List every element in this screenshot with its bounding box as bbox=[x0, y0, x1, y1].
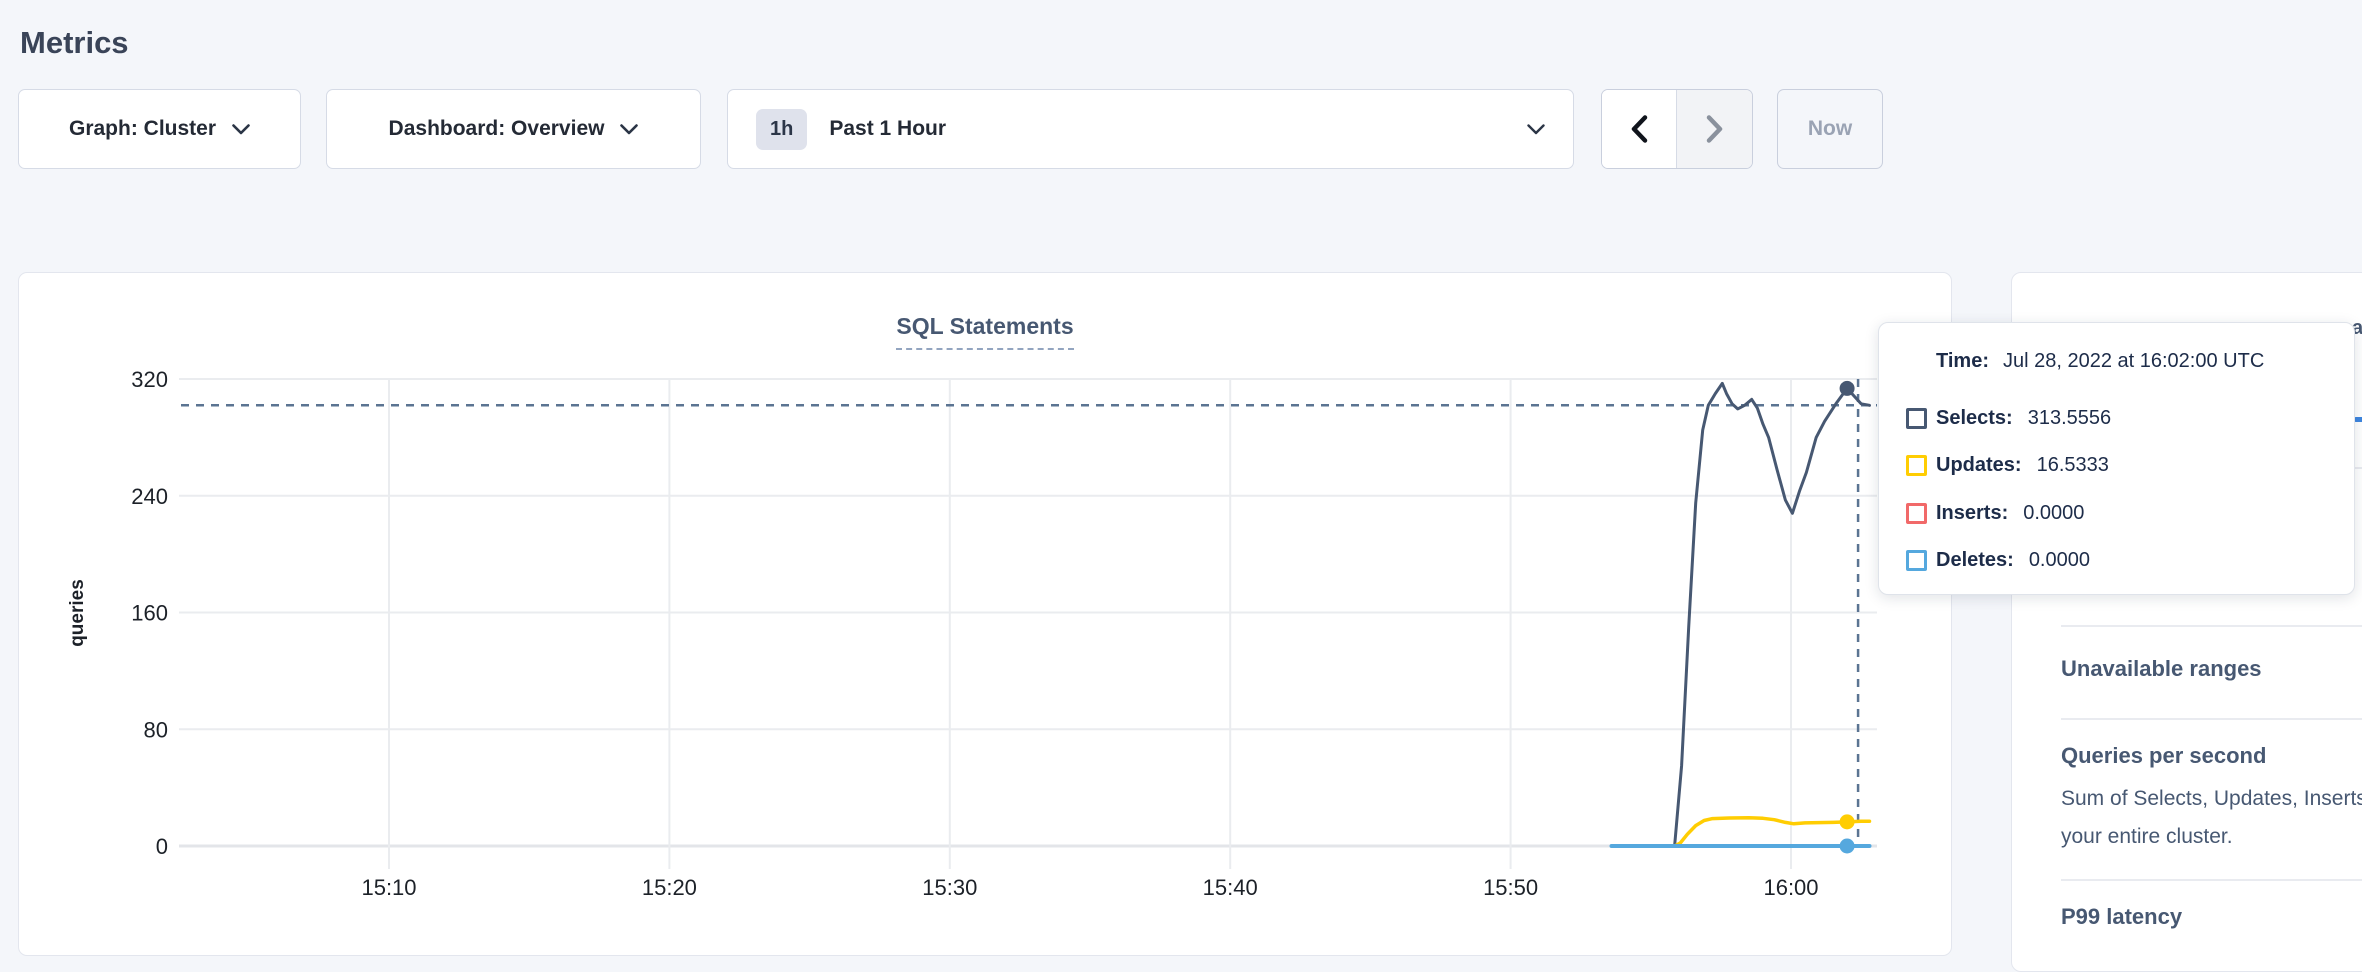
svg-text:15:30: 15:30 bbox=[922, 875, 977, 900]
next-time-button[interactable] bbox=[1677, 90, 1752, 168]
tooltip-row-value: 0.0000 bbox=[2029, 549, 2090, 572]
sql-statements-chart-card: 0 80 160 240 320 15:10 15:20 15:30 15:40 15:50 16:… bbox=[18, 272, 1952, 956]
tooltip-row-updates: Updates: 16.5333 bbox=[1906, 454, 2109, 477]
tooltip-row-value: 16.5333 bbox=[2037, 454, 2109, 477]
graph-dropdown[interactable]: Graph: Cluster bbox=[18, 89, 301, 169]
dashboard-dropdown[interactable]: Dashboard: Overview bbox=[326, 89, 701, 169]
divider bbox=[2061, 625, 2362, 627]
tooltip-row-deletes: Deletes: 0.0000 bbox=[1906, 549, 2090, 572]
dashboard-dropdown-label: Dashboard: Overview bbox=[389, 117, 605, 141]
deletes-swatch-icon bbox=[1906, 550, 1927, 571]
inserts-swatch-icon bbox=[1906, 503, 1927, 524]
divider bbox=[2061, 718, 2362, 720]
tooltip-row-label: Updates: bbox=[1936, 454, 2022, 477]
now-button[interactable]: Now bbox=[1777, 89, 1883, 169]
svg-text:15:50: 15:50 bbox=[1483, 875, 1538, 900]
prev-time-button[interactable] bbox=[1602, 90, 1677, 168]
svg-text:80: 80 bbox=[144, 717, 168, 742]
svg-text:0: 0 bbox=[156, 834, 168, 859]
svg-text:240: 240 bbox=[131, 484, 168, 509]
time-step-buttons bbox=[1601, 89, 1753, 169]
svg-text:160: 160 bbox=[131, 601, 168, 626]
time-range-label: Past 1 Hour bbox=[829, 117, 946, 141]
svg-text:320: 320 bbox=[131, 367, 168, 392]
sidebar-description-line: your entire cluster. bbox=[2061, 825, 2233, 849]
chevron-right-icon bbox=[1706, 115, 1723, 143]
tooltip-row-value: 0.0000 bbox=[2023, 502, 2084, 525]
svg-text:queries: queries bbox=[67, 579, 88, 647]
tooltip-time-label: Time: bbox=[1936, 350, 1989, 372]
clipped-blue-value-fragment bbox=[2354, 417, 2362, 422]
svg-text:15:40: 15:40 bbox=[1203, 875, 1258, 900]
chart-title[interactable]: SQL Statements bbox=[896, 313, 1073, 350]
sql-statements-chart[interactable]: 0 80 160 240 320 15:10 15:20 15:30 15:40 15:50 16:… bbox=[19, 273, 1953, 957]
updates-swatch-icon bbox=[1906, 455, 1927, 476]
chart-hover-tooltip: Time: Jul 28, 2022 at 16:02:00 UTC Select… bbox=[1878, 322, 2355, 595]
sidebar-heading-p99-latency: P99 latency bbox=[2061, 904, 2182, 930]
svg-text:15:10: 15:10 bbox=[361, 875, 416, 900]
metrics-page: { "page": { "title": "Metrics" }, "toolb… bbox=[0, 0, 2362, 966]
tooltip-row-label: Inserts: bbox=[1936, 502, 2008, 525]
sidebar-description-line: Sum of Selects, Updates, Inserts and Del… bbox=[2061, 787, 2362, 811]
now-button-label: Now bbox=[1808, 117, 1852, 141]
time-range-selector[interactable]: 1h Past 1 Hour bbox=[727, 89, 1574, 169]
chevron-down-icon bbox=[232, 124, 250, 135]
time-range-badge: 1h bbox=[756, 109, 807, 150]
svg-text:16:00: 16:00 bbox=[1763, 875, 1818, 900]
page-title: Metrics bbox=[20, 25, 129, 61]
tooltip-row-value: 313.5556 bbox=[2028, 407, 2111, 430]
sidebar-heading-queries-per-second: Queries per second bbox=[2061, 743, 2266, 769]
graph-dropdown-label: Graph: Cluster bbox=[69, 117, 216, 141]
tooltip-time-row: Time: Jul 28, 2022 at 16:02:00 UTC bbox=[1936, 350, 2264, 373]
tooltip-time-value: Jul 28, 2022 at 16:02:00 UTC bbox=[2003, 350, 2264, 372]
chevron-down-icon bbox=[1527, 124, 1545, 135]
tooltip-row-inserts: Inserts: 0.0000 bbox=[1906, 502, 2084, 525]
sidebar-heading-unavailable-ranges: Unavailable ranges bbox=[2061, 656, 2262, 682]
tooltip-row-label: Deletes: bbox=[1936, 549, 2014, 572]
selects-swatch-icon bbox=[1906, 408, 1927, 429]
chevron-down-icon bbox=[620, 124, 638, 135]
svg-text:15:20: 15:20 bbox=[642, 875, 697, 900]
tooltip-row-label: Selects: bbox=[1936, 407, 2013, 430]
chevron-left-icon bbox=[1631, 115, 1648, 143]
tooltip-row-selects: Selects: 313.5556 bbox=[1906, 407, 2111, 430]
divider bbox=[2061, 879, 2362, 881]
